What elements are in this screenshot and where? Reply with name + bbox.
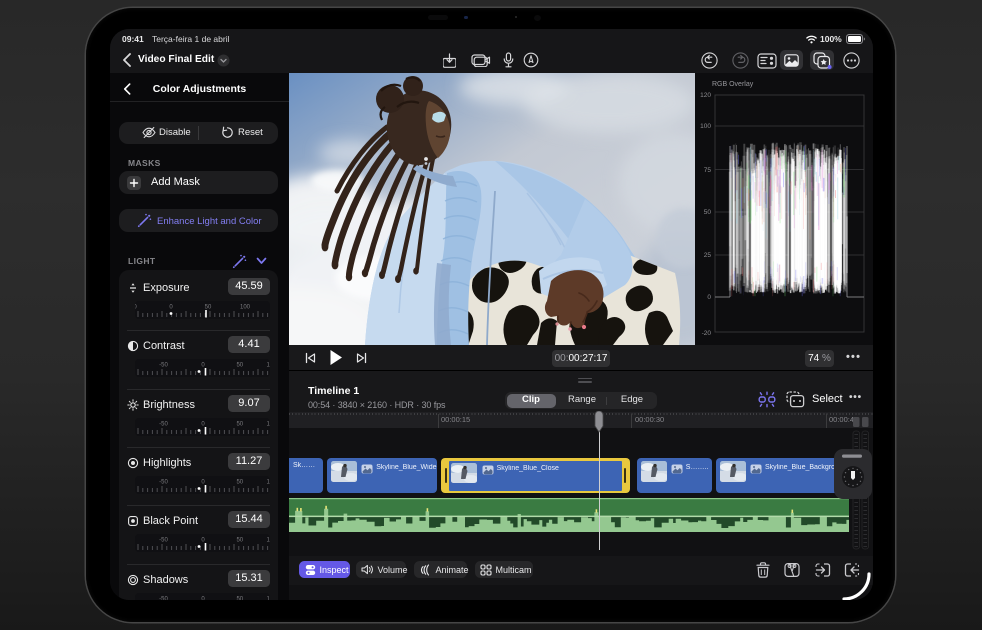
svg-text:100: 100 — [266, 363, 270, 369]
svg-text:0: 0 — [201, 363, 205, 369]
svg-text:50: 50 — [205, 305, 212, 311]
svg-text:0: 0 — [201, 538, 205, 544]
svg-text:0: 0 — [201, 421, 205, 427]
svg-text:100: 100 — [240, 305, 251, 311]
svg-text:0: 0 — [169, 305, 173, 311]
svg-text:75: 75 — [704, 167, 712, 174]
svg-text:0: 0 — [201, 596, 205, 600]
svg-text:-50: -50 — [159, 596, 168, 600]
svg-text:25: 25 — [704, 252, 712, 259]
svg-text:50: 50 — [236, 363, 243, 369]
svg-text:50: 50 — [236, 480, 243, 486]
svg-text:-50: -50 — [159, 363, 168, 369]
svg-text:50: 50 — [236, 596, 243, 600]
svg-text:-50: -50 — [159, 480, 168, 486]
svg-text:100: 100 — [700, 123, 711, 130]
svg-text:50: 50 — [704, 209, 712, 216]
svg-text:100: 100 — [266, 538, 270, 544]
svg-text:100: 100 — [266, 421, 270, 427]
svg-text:0: 0 — [707, 294, 711, 301]
svg-text:0: 0 — [135, 305, 137, 311]
svg-text:50: 50 — [236, 421, 243, 427]
svg-text:RGB Overlay: RGB Overlay — [712, 81, 754, 88]
svg-text:-50: -50 — [159, 421, 168, 427]
svg-text:-20: -20 — [702, 330, 712, 337]
svg-text:120: 120 — [700, 92, 711, 99]
svg-text:100: 100 — [266, 596, 270, 600]
svg-text:50: 50 — [236, 538, 243, 544]
svg-text:0: 0 — [201, 480, 205, 486]
svg-text:-50: -50 — [159, 538, 168, 544]
svg-text:100: 100 — [266, 480, 270, 486]
